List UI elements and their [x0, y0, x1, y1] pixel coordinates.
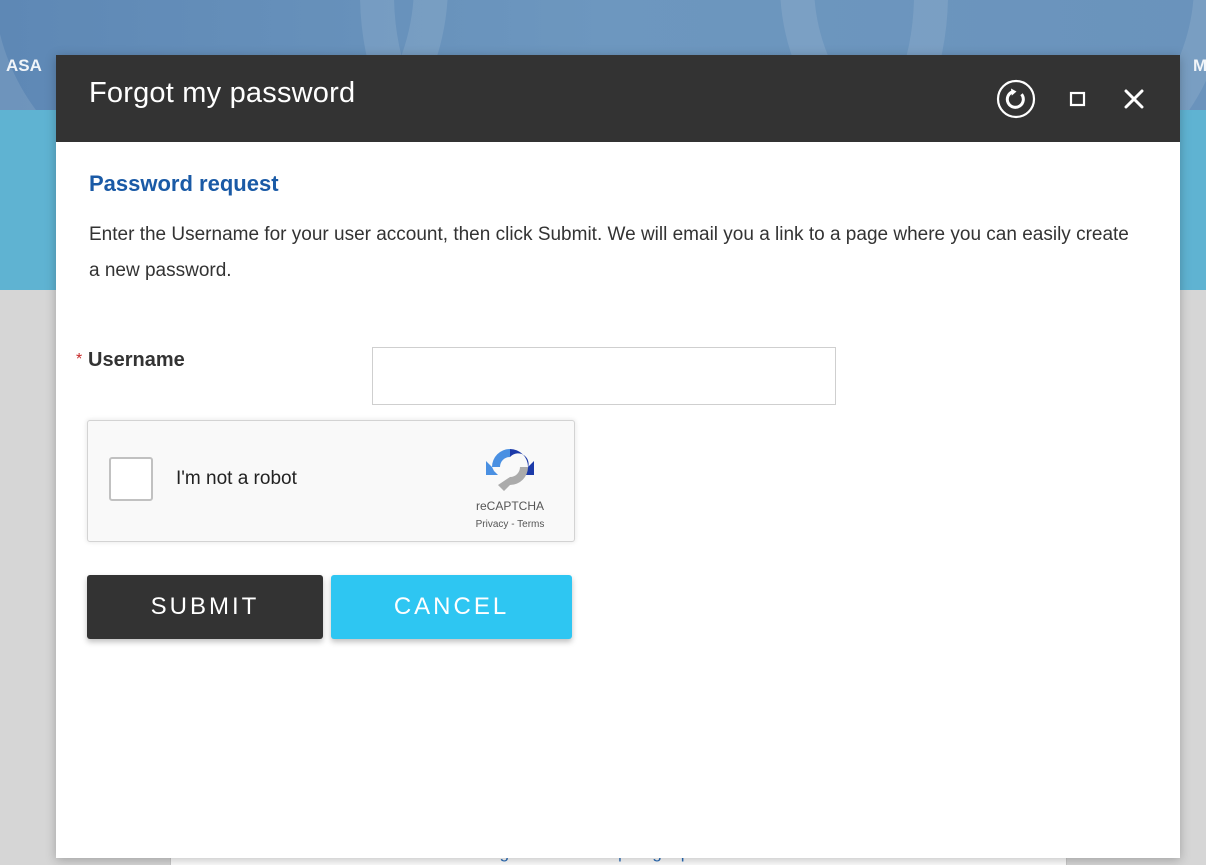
maximize-icon	[1069, 91, 1086, 107]
recaptcha-label: I'm not a robot	[176, 468, 297, 489]
dialog-title: Forgot my password	[89, 77, 356, 109]
close-icon	[1124, 89, 1144, 109]
refresh-button[interactable]	[996, 79, 1036, 119]
dialog-title-bar: Forgot my password	[56, 55, 1180, 142]
recaptcha-privacy-link[interactable]: Privacy	[476, 519, 509, 530]
username-label: Username	[88, 349, 185, 371]
recaptcha-terms-link[interactable]: Terms	[517, 519, 544, 530]
required-marker: *	[76, 351, 83, 368]
recaptcha-link-separator: -	[508, 519, 518, 530]
forgot-password-dialog: Forgot my password Password request Ente…	[56, 55, 1180, 858]
recaptcha-checkbox[interactable]	[109, 457, 153, 501]
section-title: Password request	[89, 171, 279, 196]
username-input[interactable]	[372, 347, 836, 405]
recaptcha-brand: reCAPTCHA	[475, 499, 544, 513]
maximize-button[interactable]	[1066, 87, 1090, 111]
cancel-button[interactable]: CANCEL	[331, 575, 572, 639]
recaptcha-logo-icon	[486, 449, 534, 491]
instructions-text: Enter the Username for your user account…	[89, 224, 1129, 281]
recaptcha-links: Privacy - Terms	[454, 519, 566, 530]
background-left-text: ASA	[6, 56, 42, 75]
recaptcha-widget: I'm not a robot reCAPTCHA Privacy - Term…	[87, 420, 575, 542]
close-button[interactable]	[1120, 85, 1148, 113]
submit-button[interactable]: SUBMIT	[87, 575, 323, 639]
background-right-text: M	[1193, 56, 1206, 75]
refresh-icon	[996, 79, 1036, 119]
